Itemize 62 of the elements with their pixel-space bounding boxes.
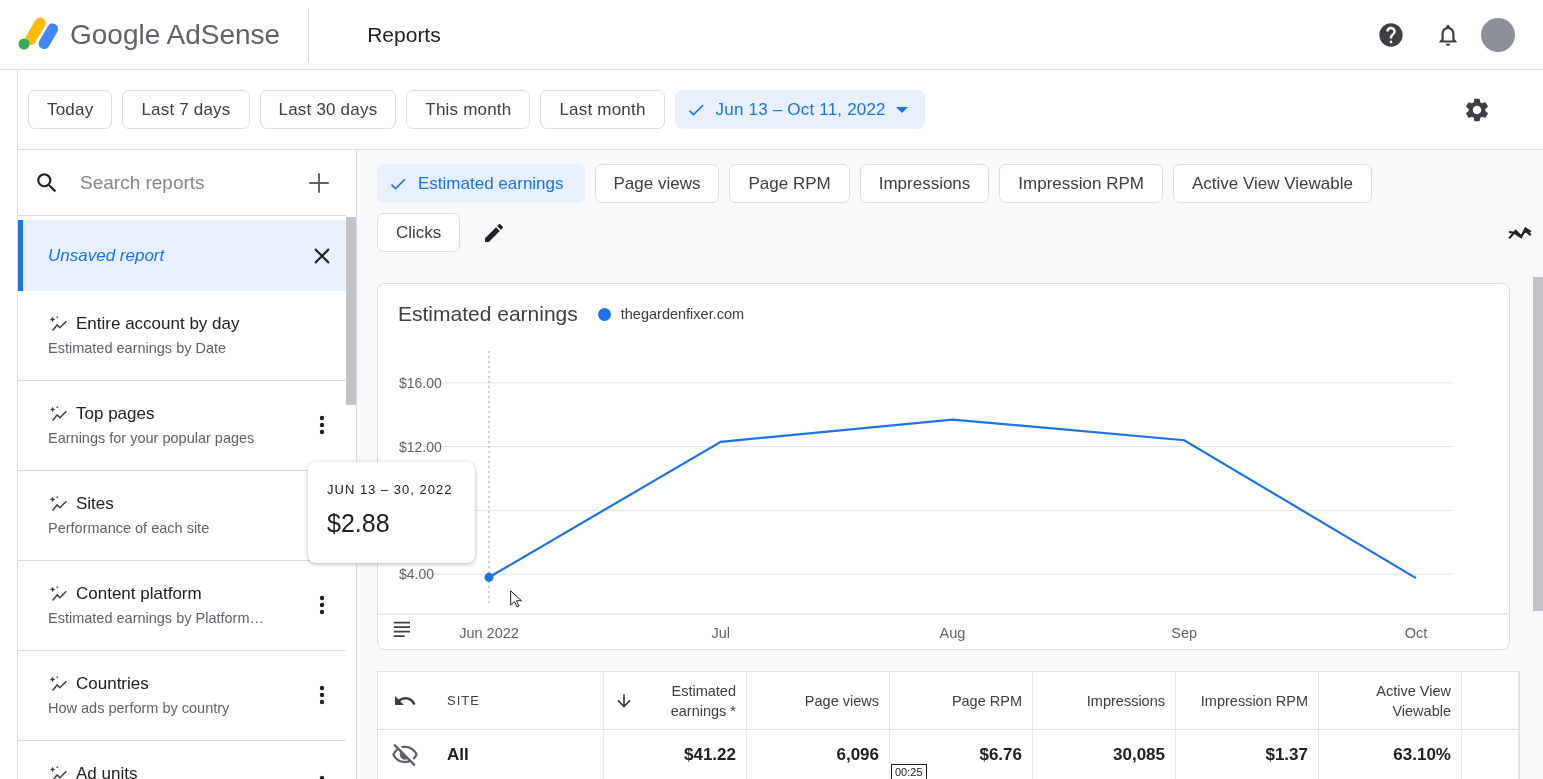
metric-chip[interactable]: Page RPM bbox=[729, 164, 850, 203]
avatar[interactable] bbox=[1481, 17, 1515, 52]
table-cell: $6.76 bbox=[979, 745, 1022, 765]
table-cell: 6,096 bbox=[836, 745, 879, 765]
help-icon[interactable] bbox=[1377, 20, 1405, 49]
table-cell: All bbox=[447, 745, 469, 765]
report-title: Ad units bbox=[76, 764, 138, 779]
page-title: Reports bbox=[367, 22, 442, 47]
column-header[interactable]: Active View Viewable bbox=[1329, 680, 1451, 721]
unsaved-report-item[interactable]: Unsaved report bbox=[18, 220, 346, 291]
sparkle-chart-icon bbox=[48, 763, 70, 779]
table-cell: 30,085 bbox=[1113, 745, 1165, 765]
table-cell: 63.10% bbox=[1393, 745, 1451, 765]
scrollbar-thumb[interactable] bbox=[1533, 277, 1543, 611]
report-title: Top pages bbox=[76, 404, 155, 424]
date-range-chip[interactable]: Jun 13 – Oct 11, 2022 bbox=[674, 90, 925, 129]
date-range-chip[interactable]: This month bbox=[406, 90, 531, 129]
y-axis-label: $16.00 bbox=[399, 374, 442, 391]
hover-point bbox=[484, 572, 494, 582]
chart-title: Estimated earnings bbox=[398, 302, 578, 326]
hidden-eye-icon[interactable] bbox=[390, 741, 419, 769]
column-header[interactable]: Page RPM bbox=[951, 690, 1022, 711]
column-header[interactable]: Estimated earnings * bbox=[642, 680, 736, 721]
caret-icon bbox=[895, 106, 908, 113]
report-description: Earnings for your popular pages bbox=[48, 430, 256, 446]
date-range-chip[interactable]: Last month bbox=[540, 90, 665, 129]
column-header[interactable]: SITE bbox=[447, 690, 480, 711]
column-header[interactable]: Impressions bbox=[1086, 690, 1165, 711]
search-field[interactable]: Search reports bbox=[78, 170, 288, 195]
column-header[interactable]: Page views bbox=[804, 690, 879, 711]
metric-chip[interactable]: Impressions bbox=[859, 164, 990, 203]
x-axis-label: Jun 2022 bbox=[459, 625, 519, 641]
y-axis-label: $12.00 bbox=[399, 438, 442, 455]
legend-label: thegardenfixer.com bbox=[620, 306, 745, 322]
y-axis-label: $4.00 bbox=[399, 566, 435, 583]
report-description: Estimated earnings by Date bbox=[48, 340, 228, 356]
report-description: Estimated earnings by Platform… bbox=[48, 610, 265, 626]
date-range-chip[interactable]: Last 7 days bbox=[122, 90, 250, 129]
date-range-chip[interactable]: Last 30 days bbox=[259, 90, 397, 129]
report-title: Content platform bbox=[76, 584, 202, 604]
report-title: Countries bbox=[76, 674, 149, 694]
report-description: How ads perform by country bbox=[48, 700, 231, 716]
column-header[interactable]: Impression RPM bbox=[1200, 690, 1308, 711]
metric-chip[interactable]: Active View Viewable bbox=[1172, 164, 1372, 203]
report-description: Performance of each site bbox=[48, 520, 211, 536]
x-axis-label: Sep bbox=[1171, 625, 1198, 641]
list-icon[interactable] bbox=[392, 621, 411, 637]
video-timestamp: 00:25 bbox=[891, 764, 927, 779]
metric-chip[interactable]: Estimated earnings bbox=[377, 164, 585, 203]
table-cell: $1.37 bbox=[1265, 745, 1308, 765]
table-cell: $41.22 bbox=[684, 745, 736, 765]
report-title: Sites bbox=[76, 494, 114, 514]
report-title: Entire account by day bbox=[76, 314, 240, 334]
x-axis-label: Aug bbox=[939, 625, 966, 641]
metric-chip[interactable]: Clicks bbox=[377, 213, 461, 252]
metric-chip[interactable]: Page views bbox=[594, 164, 720, 203]
date-range-chip[interactable]: Today bbox=[28, 90, 113, 129]
x-axis-label: Jul bbox=[711, 625, 730, 641]
product-name: Google AdSense bbox=[70, 18, 281, 51]
x-axis-label: Oct bbox=[1404, 625, 1428, 641]
metric-chip[interactable]: Impression RPM bbox=[999, 164, 1163, 203]
scrollbar-thumb[interactable] bbox=[346, 217, 356, 405]
